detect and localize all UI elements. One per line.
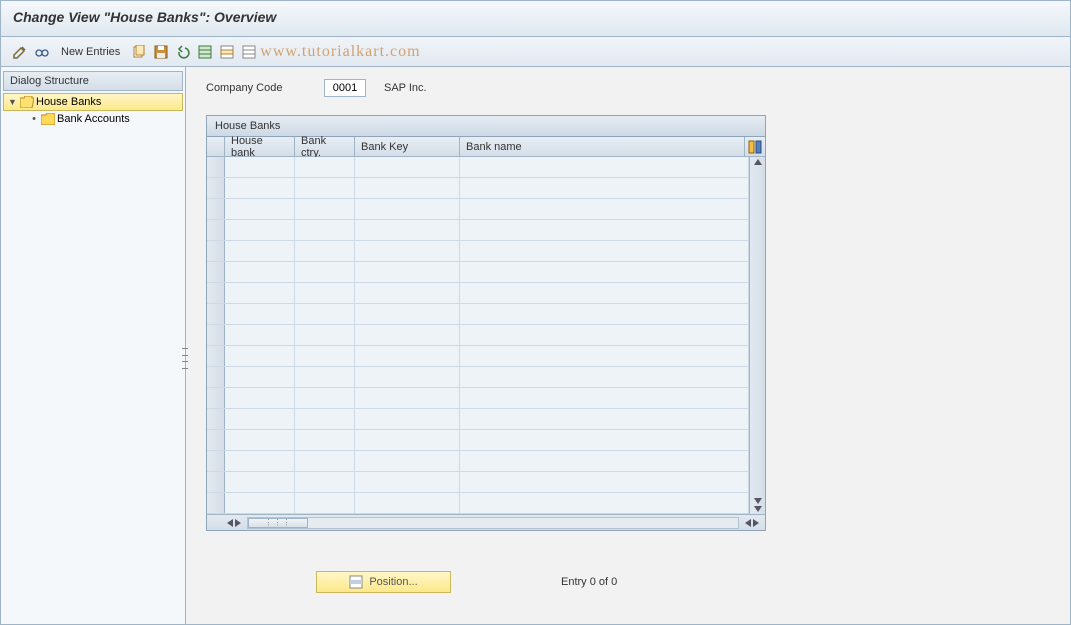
position-icon [349, 575, 363, 589]
sidebar-header: Dialog Structure [3, 71, 183, 91]
entry-status: Entry 0 of 0 [561, 576, 617, 588]
column-header-bank-key[interactable]: Bank Key [355, 137, 460, 156]
table-row[interactable] [207, 283, 749, 304]
row-selector[interactable] [207, 367, 225, 387]
select-block-icon[interactable] [218, 43, 236, 61]
table-rows [207, 157, 749, 514]
row-selector[interactable] [207, 409, 225, 429]
tree-label: House Banks [36, 96, 101, 108]
table-body [207, 157, 765, 514]
change-icon[interactable] [11, 43, 29, 61]
column-header-selector[interactable] [207, 137, 225, 156]
table-row[interactable] [207, 178, 749, 199]
row-selector[interactable] [207, 493, 225, 513]
row-selector[interactable] [207, 157, 225, 177]
table-row[interactable] [207, 241, 749, 262]
row-selector[interactable] [207, 451, 225, 471]
scroll-left-step-icon[interactable] [745, 519, 751, 527]
table-row[interactable] [207, 451, 749, 472]
new-entries-button[interactable]: New Entries [55, 44, 126, 60]
table-row[interactable] [207, 262, 749, 283]
scroll-down-icon[interactable] [754, 498, 762, 504]
scroll-up-icon[interactable] [754, 159, 762, 165]
table-title: House Banks [207, 116, 765, 137]
position-button[interactable]: Position... [316, 571, 451, 593]
row-selector[interactable] [207, 283, 225, 303]
row-selector[interactable] [207, 178, 225, 198]
house-banks-table: House Banks House bank Bank ctry. Bank K… [206, 115, 766, 531]
sidebar: Dialog Structure ▼ House Banks • Bank Ac… [1, 67, 186, 624]
company-code-input[interactable] [324, 79, 366, 97]
copy-icon[interactable] [130, 43, 148, 61]
splitter-handle[interactable] [182, 346, 188, 372]
scroll-right-icon[interactable] [753, 519, 759, 527]
table-row[interactable] [207, 493, 749, 514]
table-row[interactable] [207, 220, 749, 241]
tree-node-house-banks[interactable]: ▼ House Banks [3, 93, 183, 111]
row-selector[interactable] [207, 388, 225, 408]
company-code-label: Company Code [206, 82, 306, 94]
table-row[interactable] [207, 199, 749, 220]
tree-node-bank-accounts[interactable]: • Bank Accounts [3, 111, 183, 127]
table-row[interactable] [207, 304, 749, 325]
company-code-row: Company Code SAP Inc. [206, 79, 1050, 97]
row-selector[interactable] [207, 262, 225, 282]
table-row[interactable] [207, 430, 749, 451]
bottom-row: Position... Entry 0 of 0 [206, 571, 1050, 593]
scroll-track[interactable]: ⋮⋮⋮ [247, 517, 739, 529]
content-area: Company Code SAP Inc. House Banks House … [186, 67, 1070, 624]
table-config-button[interactable] [745, 137, 765, 156]
horizontal-scrollbar[interactable]: ⋮⋮⋮ [207, 514, 765, 530]
table-row[interactable] [207, 472, 749, 493]
row-selector[interactable] [207, 241, 225, 261]
row-selector[interactable] [207, 325, 225, 345]
tree-expand-icon[interactable]: ▼ [8, 97, 18, 107]
deselect-all-icon[interactable] [240, 43, 258, 61]
page-title: Change View "House Banks": Overview [13, 9, 1058, 25]
vertical-scrollbar[interactable] [749, 157, 765, 514]
column-header-bank-name[interactable]: Bank name [460, 137, 745, 156]
row-selector[interactable] [207, 304, 225, 324]
table-row[interactable] [207, 346, 749, 367]
row-selector[interactable] [207, 472, 225, 492]
title-bar: Change View "House Banks": Overview [1, 1, 1070, 37]
scroll-thumb[interactable]: ⋮⋮⋮ [248, 518, 308, 528]
folder-closed-icon [41, 113, 55, 125]
select-all-icon[interactable] [196, 43, 214, 61]
table-row[interactable] [207, 157, 749, 178]
table-row[interactable] [207, 388, 749, 409]
tree-bullet-icon: • [29, 113, 39, 125]
tree-label: Bank Accounts [57, 113, 130, 125]
column-header-house-bank[interactable]: House bank [225, 137, 295, 156]
save-icon[interactable] [152, 43, 170, 61]
watermark-text: www.tutorialkart.com [260, 43, 420, 61]
undo-icon[interactable] [174, 43, 192, 61]
position-button-label: Position... [369, 576, 417, 588]
main-area: Dialog Structure ▼ House Banks • Bank Ac… [1, 67, 1070, 624]
row-selector[interactable] [207, 220, 225, 240]
table-header-row: House bank Bank ctry. Bank Key Bank name [207, 137, 765, 157]
folder-open-icon [20, 96, 34, 108]
scroll-right-step-icon[interactable] [235, 519, 241, 527]
scroll-left-icon[interactable] [227, 519, 233, 527]
row-selector[interactable] [207, 346, 225, 366]
scroll-page-down-icon[interactable] [754, 506, 762, 512]
company-code-description: SAP Inc. [384, 82, 427, 94]
table-row[interactable] [207, 325, 749, 346]
row-selector[interactable] [207, 430, 225, 450]
table-row[interactable] [207, 367, 749, 388]
column-header-bank-ctry[interactable]: Bank ctry. [295, 137, 355, 156]
toolbar: New Entries www.tutorialkart.com [1, 37, 1070, 67]
dialog-structure-tree: ▼ House Banks • Bank Accounts [3, 91, 183, 129]
table-row[interactable] [207, 409, 749, 430]
row-selector[interactable] [207, 199, 225, 219]
glasses-icon[interactable] [33, 43, 51, 61]
